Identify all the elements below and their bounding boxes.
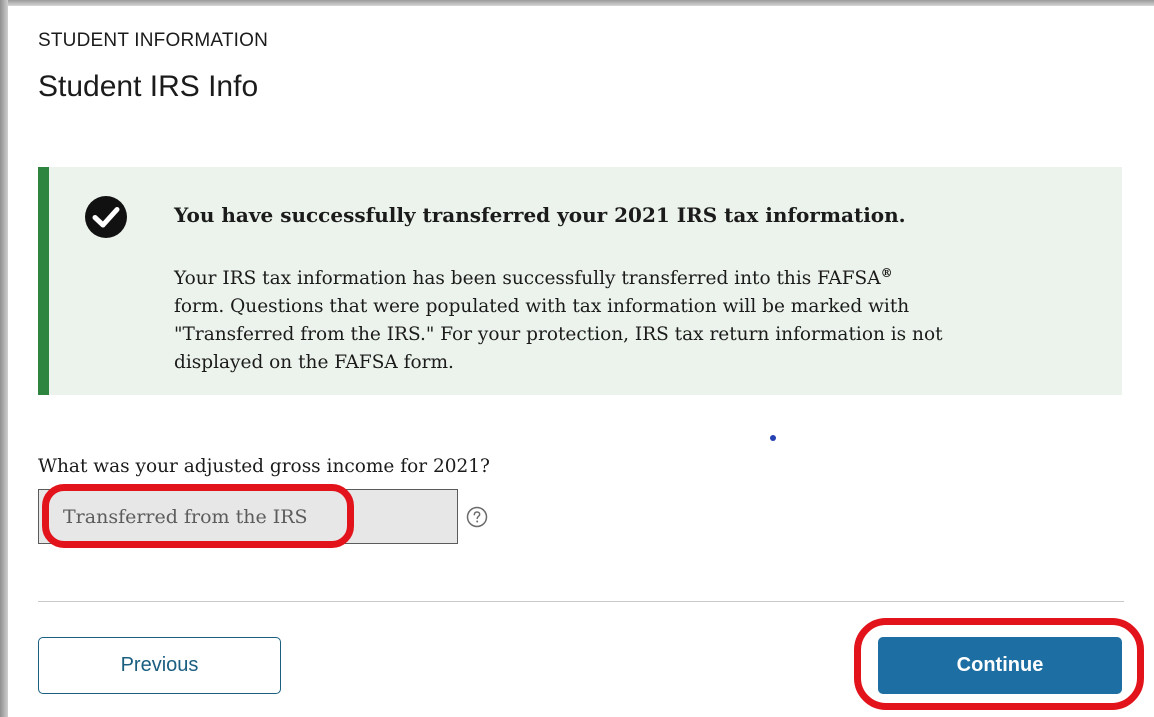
continue-button[interactable]: Continue [878,637,1122,694]
registered-mark: ® [880,266,893,280]
alert-body-line: form. Questions that were populated with… [174,296,910,318]
agi-input[interactable] [38,489,458,544]
check-circle-icon [85,196,127,238]
divider [38,601,1124,602]
previous-button[interactable]: Previous [38,637,281,694]
alert-body-line: displayed on the FAFSA form. [174,352,454,374]
window-frame-left [0,0,8,717]
window-frame-top [0,0,1154,6]
success-alert: You have successfully transferred your 2… [38,167,1122,395]
alert-body-line: Your IRS tax information has been succes… [174,259,1074,293]
page-title: Student IRS Info [38,70,259,103]
alert-body-line: "Transferred from the IRS." For your pro… [174,324,943,346]
section-label: STUDENT INFORMATION [38,30,269,51]
alert-accent-border [38,167,49,395]
alert-heading: You have successfully transferred your 2… [174,203,906,227]
agi-question-label: What was your adjusted gross income for … [38,456,490,477]
stray-dot [770,435,776,441]
alert-body: Your IRS tax information has been succes… [174,259,1074,377]
question-circle-icon[interactable] [466,506,488,528]
alert-body-text: Your IRS tax information has been succes… [174,268,881,290]
